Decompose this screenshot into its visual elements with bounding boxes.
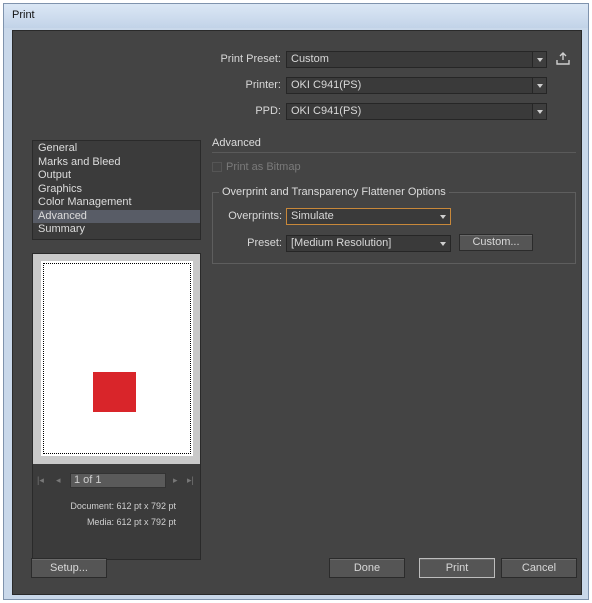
page-navigator: |◂ ◂ 1 of 1 ▸ ▸| (33, 473, 200, 489)
flattener-preset-dropdown[interactable]: [Medium Resolution] (286, 235, 451, 252)
page-number-field[interactable]: 1 of 1 (70, 473, 166, 488)
setup-button[interactable]: Setup... (31, 558, 107, 578)
preview-object (93, 372, 136, 412)
dropdown-arrow-icon (532, 104, 546, 119)
dropdown-arrow-icon (436, 236, 450, 251)
next-page-icon[interactable]: ▸ (173, 473, 178, 487)
title-bar[interactable]: Print (4, 4, 588, 28)
cancel-button[interactable]: Cancel (501, 558, 577, 578)
sidebar-item-output[interactable]: Output (33, 169, 200, 183)
dropdown-arrow-icon (532, 78, 546, 93)
flattener-preset-label: Preset: (247, 237, 282, 249)
ppd-dropdown[interactable]: OKI C941(PS) (286, 103, 547, 120)
print-preset-label: Print Preset: (220, 53, 281, 65)
sidebar-item-general[interactable]: General (33, 142, 200, 156)
printer-value: OKI C941(PS) (291, 79, 362, 91)
save-preset-icon[interactable] (556, 51, 570, 67)
overprints-dropdown[interactable]: Simulate (286, 208, 451, 225)
sidebar-item-advanced[interactable]: Advanced (33, 209, 200, 223)
category-list: General Marks and Bleed Output Graphics … (32, 140, 201, 240)
window-title: Print (12, 9, 35, 21)
dialog-body: Print Preset: Custom Printer: OKI C941(P… (12, 30, 582, 595)
print-dialog: Print Print Preset: Custom Printer: OKI … (3, 3, 589, 600)
print-as-bitmap-label: Print as Bitmap (226, 161, 301, 173)
overprints-value: Simulate (291, 210, 334, 222)
done-button[interactable]: Done (329, 558, 405, 578)
previous-page-icon[interactable]: ◂ (56, 473, 61, 487)
overprint-group-title: Overprint and Transparency Flattener Opt… (219, 186, 449, 198)
flattener-preset-value: [Medium Resolution] (291, 237, 392, 249)
ppd-label: PPD: (255, 105, 281, 117)
sidebar-item-marks-and-bleed[interactable]: Marks and Bleed (33, 156, 200, 170)
sidebar-item-graphics[interactable]: Graphics (33, 183, 200, 197)
printer-label: Printer: (245, 79, 281, 91)
first-page-icon[interactable]: |◂ (37, 473, 44, 487)
printer-dropdown[interactable]: OKI C941(PS) (286, 77, 547, 94)
sidebar-item-color-management[interactable]: Color Management (33, 196, 200, 210)
dropdown-arrow-icon (436, 209, 450, 224)
print-preset-dropdown[interactable]: Custom (286, 51, 547, 68)
preview-page (41, 261, 193, 456)
custom-flattener-button[interactable]: Custom... (459, 234, 533, 251)
section-divider (212, 152, 576, 153)
print-preview-panel: |◂ ◂ 1 of 1 ▸ ▸| Document: 612 pt x 792 … (32, 253, 201, 560)
dropdown-arrow-icon (532, 52, 546, 67)
section-title: Advanced (212, 137, 261, 149)
media-size: Media: 612 pt x 792 pt (86, 517, 176, 527)
document-size: Document: 612 pt x 792 pt (70, 501, 176, 511)
print-as-bitmap-checkbox[interactable] (212, 162, 222, 172)
imageable-area-border (43, 263, 191, 454)
last-page-icon[interactable]: ▸| (187, 473, 194, 487)
print-preset-value: Custom (291, 53, 329, 65)
overprint-options-group (212, 192, 576, 264)
print-button[interactable]: Print (419, 558, 495, 578)
sidebar-item-summary[interactable]: Summary (33, 223, 200, 237)
overprints-label: Overprints: (228, 210, 282, 222)
preview-area[interactable] (33, 254, 200, 464)
ppd-value: OKI C941(PS) (291, 105, 362, 117)
